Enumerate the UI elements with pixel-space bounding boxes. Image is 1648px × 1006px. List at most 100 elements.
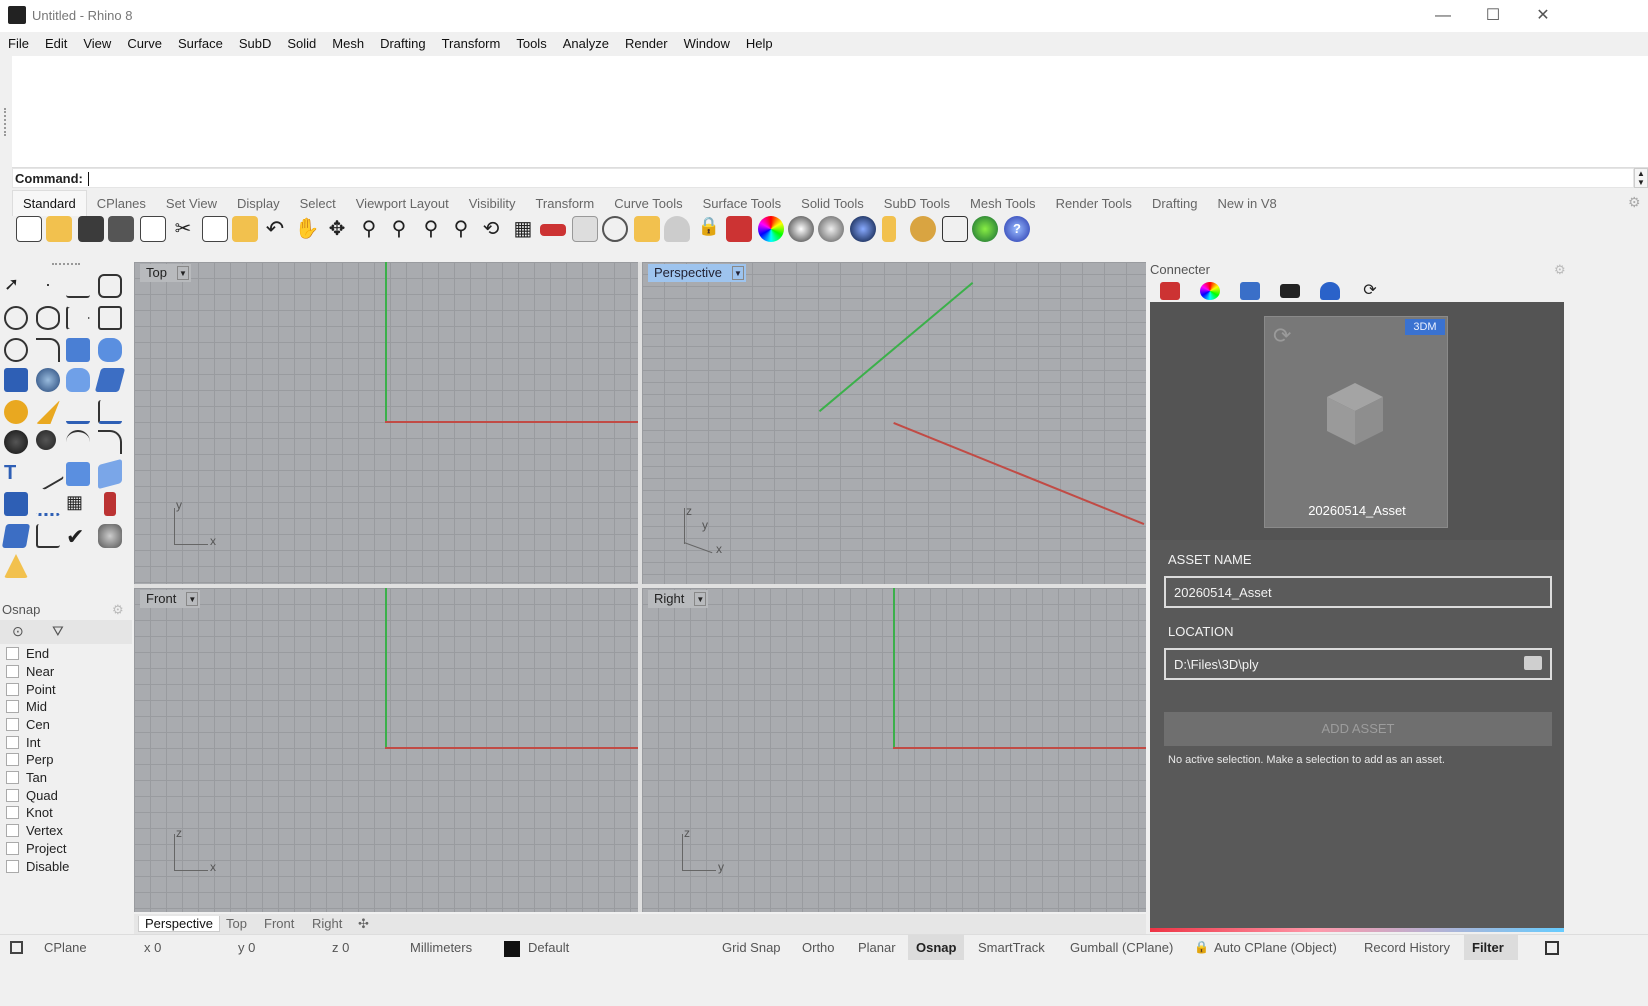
save-icon[interactable] <box>78 216 104 242</box>
dimension-tool-icon[interactable] <box>66 400 90 424</box>
connecter-gear-icon[interactable]: ⚙ <box>1554 262 1566 278</box>
tab-new-in-v8[interactable]: New in V8 <box>1207 191 1286 216</box>
offset-icon[interactable] <box>66 430 90 454</box>
checkbox[interactable] <box>6 771 19 784</box>
viewport-label-right[interactable]: Right ▼ <box>648 590 709 608</box>
tab-curve-tools[interactable]: Curve Tools <box>604 191 692 216</box>
open-file-icon[interactable] <box>46 216 72 242</box>
connecter-properties-icon[interactable] <box>1240 282 1260 300</box>
checkbox[interactable] <box>6 700 19 713</box>
osnap-item-knot[interactable]: Knot <box>6 805 53 823</box>
status-right-toggle-icon[interactable] <box>1545 941 1559 955</box>
connecter-layers-icon[interactable] <box>1160 282 1180 300</box>
asset-name-input[interactable]: 20260514_Asset <box>1164 576 1552 608</box>
tab-select[interactable]: Select <box>290 191 346 216</box>
tab-cplanes[interactable]: CPlanes <box>87 191 156 216</box>
add-viewport-tab-icon[interactable]: ✣ <box>358 916 369 932</box>
checkbox[interactable] <box>6 718 19 731</box>
tab-drafting[interactable]: Drafting <box>1142 191 1208 216</box>
polygon-icon[interactable] <box>66 306 90 330</box>
status-grid-snap[interactable]: Grid Snap <box>722 940 781 955</box>
rectangle-icon[interactable] <box>98 306 122 330</box>
mesh-icon[interactable] <box>4 400 28 424</box>
osnap-target-icon[interactable]: ⊙ <box>12 623 24 640</box>
status-panel-toggle-icon[interactable] <box>10 941 23 954</box>
viewport-label-front[interactable]: Front ▼ <box>140 590 201 608</box>
osnap-item-disable[interactable]: Disable <box>6 859 69 877</box>
osnap-item-quad[interactable]: Quad <box>6 788 58 806</box>
fillet-icon[interactable] <box>36 338 60 362</box>
tab-viewport-layout[interactable]: Viewport Layout <box>346 191 459 216</box>
new-file-icon[interactable] <box>16 216 42 242</box>
array-icon[interactable] <box>66 462 90 486</box>
group-icon[interactable] <box>4 492 28 516</box>
ellipse-icon[interactable] <box>36 306 60 330</box>
tab-surface-tools[interactable]: Surface Tools <box>693 191 792 216</box>
maximize-button[interactable]: ☐ <box>1470 4 1516 28</box>
menu-file[interactable]: File <box>0 32 37 56</box>
light-icon[interactable] <box>664 216 690 242</box>
viewport-front[interactable]: z x Front ▼ <box>134 588 638 912</box>
cut-icon[interactable]: ✂ <box>170 216 196 242</box>
close-button[interactable]: ✕ <box>1520 4 1566 28</box>
osnap-gear-icon[interactable]: ⚙ <box>112 602 124 618</box>
tab-subd-tools[interactable]: SubD Tools <box>874 191 960 216</box>
osnap-item-mid[interactable]: Mid <box>6 699 47 717</box>
osnap-item-int[interactable]: Int <box>6 735 40 753</box>
palette-grip[interactable] <box>52 263 80 265</box>
material-icon[interactable] <box>850 216 876 242</box>
tab-solid-tools[interactable]: Solid Tools <box>791 191 874 216</box>
zoom-window-icon[interactable]: ⚲ <box>386 216 412 242</box>
point-on-icon[interactable] <box>602 216 628 242</box>
shaded-icon[interactable] <box>788 216 814 242</box>
status-units[interactable]: Millimeters <box>410 940 472 955</box>
osnap-item-near[interactable]: Near <box>6 664 54 682</box>
menu-solid[interactable]: Solid <box>279 32 324 56</box>
viewport-perspective[interactable]: z y x Perspective ▼ <box>642 262 1146 584</box>
check-icon[interactable]: ✔ <box>66 524 90 549</box>
connecter-display-icon[interactable] <box>1280 284 1300 298</box>
import-icon[interactable] <box>140 216 166 242</box>
arc-icon[interactable] <box>4 338 28 362</box>
vp-tab-perspective[interactable]: Perspective <box>138 916 220 932</box>
extend-icon[interactable] <box>98 430 122 454</box>
status-ortho[interactable]: Ortho <box>802 940 835 955</box>
menu-tools[interactable]: Tools <box>508 32 554 56</box>
rotate-view-icon[interactable]: ✥ <box>324 216 350 242</box>
undo-view-icon[interactable]: ⟲ <box>478 216 504 242</box>
osnap-item-perp[interactable]: Perp <box>6 752 53 770</box>
split-icon[interactable] <box>36 430 56 450</box>
vp-tab-front[interactable]: Front <box>264 916 294 931</box>
toolbar-gear-icon[interactable]: ⚙ <box>1628 194 1641 211</box>
tab-transform[interactable]: Transform <box>525 191 604 216</box>
layer-color-swatch[interactable] <box>504 941 520 957</box>
vp-tab-right[interactable]: Right <box>312 916 342 931</box>
menu-edit[interactable]: Edit <box>37 32 75 56</box>
menu-subd[interactable]: SubD <box>231 32 280 56</box>
checkbox[interactable] <box>6 806 19 819</box>
status-smarttrack[interactable]: SmartTrack <box>978 940 1045 955</box>
leader-icon[interactable] <box>98 400 122 424</box>
point-icon[interactable]: · <box>36 274 60 298</box>
select-icon[interactable] <box>634 216 660 242</box>
osnap-item-cen[interactable]: Cen <box>6 717 50 735</box>
folder-icon[interactable] <box>1524 656 1542 670</box>
block-icon[interactable] <box>104 492 116 516</box>
array-grid-icon[interactable]: ▦ <box>66 492 90 516</box>
status-osnap[interactable]: Osnap <box>916 940 956 955</box>
menu-drafting[interactable]: Drafting <box>372 32 434 56</box>
zoom-icon[interactable]: ⚲ <box>356 216 382 242</box>
menu-surface[interactable]: Surface <box>170 32 231 56</box>
rendered-icon[interactable] <box>818 216 844 242</box>
trim-icon[interactable] <box>4 430 28 454</box>
cage-edit-icon[interactable] <box>1 524 31 548</box>
status-cplane[interactable]: CPlane <box>44 940 87 955</box>
polyline-icon[interactable] <box>66 274 90 298</box>
connecter-notifications-icon[interactable] <box>1320 282 1340 300</box>
viewport-splitter-horizontal[interactable] <box>134 584 1146 588</box>
checkbox[interactable] <box>6 824 19 837</box>
status-layer[interactable]: Default <box>528 940 569 955</box>
viewport-label-top[interactable]: Top ▼ <box>140 264 191 282</box>
help-icon[interactable]: ? <box>1004 216 1030 242</box>
lock-icon[interactable]: 🔒 <box>696 216 722 242</box>
